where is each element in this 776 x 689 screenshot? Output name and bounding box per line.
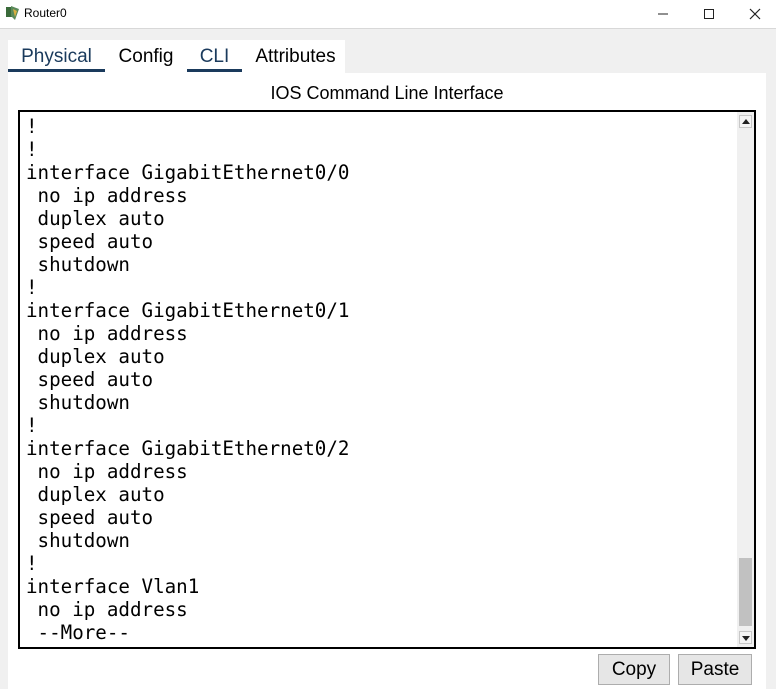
tab-cli[interactable]: CLI <box>187 40 242 73</box>
tab-attributes[interactable]: Attributes <box>246 40 345 73</box>
tab-underline <box>187 69 242 72</box>
cli-output[interactable]: ! ! interface GigabitEthernet0/0 no ip a… <box>26 115 349 644</box>
window-title: Router0 <box>24 6 67 20</box>
maximize-icon <box>704 9 714 19</box>
minimize-icon <box>658 13 668 15</box>
copy-button[interactable]: Copy <box>598 654 670 685</box>
cli-terminal[interactable]: ! ! interface GigabitEthernet0/0 no ip a… <box>18 110 756 649</box>
tab-cli-label: CLI <box>199 46 230 67</box>
scroll-down-arrow-icon[interactable] <box>739 631 752 644</box>
cli-scrollbar[interactable] <box>737 112 754 647</box>
title-bar: Router0 <box>0 0 776 29</box>
tab-bar: Physical Config CLI Attributes <box>8 40 345 73</box>
close-button[interactable] <box>732 0 776 28</box>
paste-button[interactable]: Paste <box>678 654 752 685</box>
minimize-button[interactable] <box>640 0 686 28</box>
panel-title: IOS Command Line Interface <box>270 83 504 103</box>
close-icon <box>749 8 761 20</box>
scroll-thumb[interactable] <box>739 558 752 626</box>
tab-config-label: Config <box>118 46 174 67</box>
router-app-icon <box>6 6 19 20</box>
scroll-up-arrow-icon[interactable] <box>739 115 752 128</box>
tab-underline <box>8 69 105 72</box>
cli-panel: IOS Command Line Interface ! ! interface… <box>8 73 766 689</box>
tab-attributes-label: Attributes <box>255 46 336 67</box>
tab-physical-label: Physical <box>21 46 92 67</box>
tab-physical[interactable]: Physical <box>8 40 105 73</box>
tab-config[interactable]: Config <box>109 40 183 73</box>
maximize-button[interactable] <box>686 0 732 28</box>
